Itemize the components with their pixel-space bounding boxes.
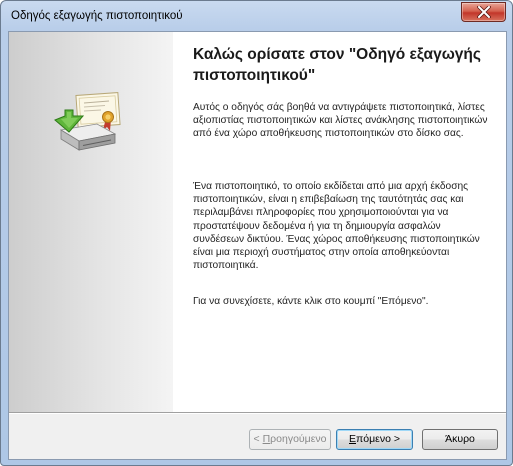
wizard-client-area: Καλώς ορίσατε στον "Οδηγό εξαγωγής πιστο…	[8, 31, 507, 460]
next-button-label: πόμενο >	[356, 433, 400, 445]
button-separator	[9, 412, 506, 414]
intro-paragraph: Αυτός ο οδηγός σάς βοηθά να αντιγράψετε …	[193, 102, 488, 140]
certificate-description-paragraph: Ένα πιστοποιητικό, το οποίο εκδίδεται απ…	[193, 181, 480, 272]
wizard-heading: Καλώς ορίσατε στον "Οδηγό εξαγωγής πιστο…	[193, 46, 481, 84]
back-button-label: ροηγούμενο	[270, 433, 327, 445]
wizard-window: Οδηγός εξαγωγής πιστοποιητικού Καλώς ορί…	[0, 0, 513, 466]
cancel-button[interactable]: Άκυρο	[422, 429, 498, 450]
title-bar[interactable]: Οδηγός εξαγωγής πιστοποιητικού	[1, 1, 512, 31]
close-icon	[476, 6, 491, 18]
next-button-mnemonic: Ε	[349, 433, 357, 445]
wizard-side-panel	[9, 32, 173, 412]
wizard-content-panel: Καλώς ορίσατε στον "Οδηγό εξαγωγής πιστο…	[173, 32, 506, 412]
continue-instruction: Για να συνεχίσετε, κάντε κλικ στο κουμπί…	[193, 296, 429, 307]
back-button-prefix: <	[253, 433, 263, 445]
next-button[interactable]: Επόμενο >	[336, 429, 413, 450]
window-title: Οδηγός εξαγωγής πιστοποιητικού	[11, 10, 183, 22]
back-button[interactable]: < Προηγούμενο	[249, 429, 331, 450]
certificate-export-icon	[54, 92, 121, 151]
close-button[interactable]	[461, 2, 506, 22]
